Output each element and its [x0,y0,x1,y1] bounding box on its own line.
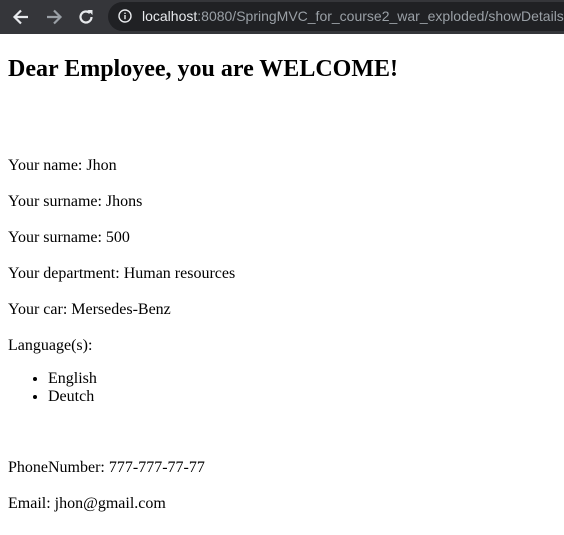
reload-button[interactable] [74,5,98,29]
employee-phone: PhoneNumber: 777-777-77-77 [8,459,205,476]
page-title: Dear Employee, you are WELCOME! [8,56,398,82]
languages-label: Language(s): [8,337,93,354]
employee-surname: Your surname: Jhons [8,193,143,210]
employee-car: Your car: Mersedes-Benz [8,301,171,318]
employee-name: Your name: Jhon [8,157,117,174]
employee-email: Email: jhon@gmail.com [8,495,166,512]
forward-arrow-icon [47,9,63,25]
reload-icon [79,10,93,24]
languages-list: English Deutch [8,370,97,406]
forward-button[interactable] [42,5,66,29]
employee-department: Your department: Human resources [8,265,236,282]
url-host: localhost [142,8,198,24]
url-path: :8080/SpringMVC_for_course2_war_exploded… [197,8,564,24]
list-item: English [48,370,97,388]
url-text[interactable]: localhost:8080/SpringMVC_for_course2_war… [142,9,564,24]
back-arrow-icon [12,9,28,25]
back-button[interactable] [9,5,33,29]
employee-salary: Your surname: 500 [8,229,130,246]
list-item: Deutch [48,388,97,406]
address-bar[interactable]: localhost:8080/SpringMVC_for_course2_war… [108,2,564,31]
info-icon[interactable] [118,9,132,23]
browser-toolbar: localhost:8080/SpringMVC_for_course2_war… [0,0,564,34]
